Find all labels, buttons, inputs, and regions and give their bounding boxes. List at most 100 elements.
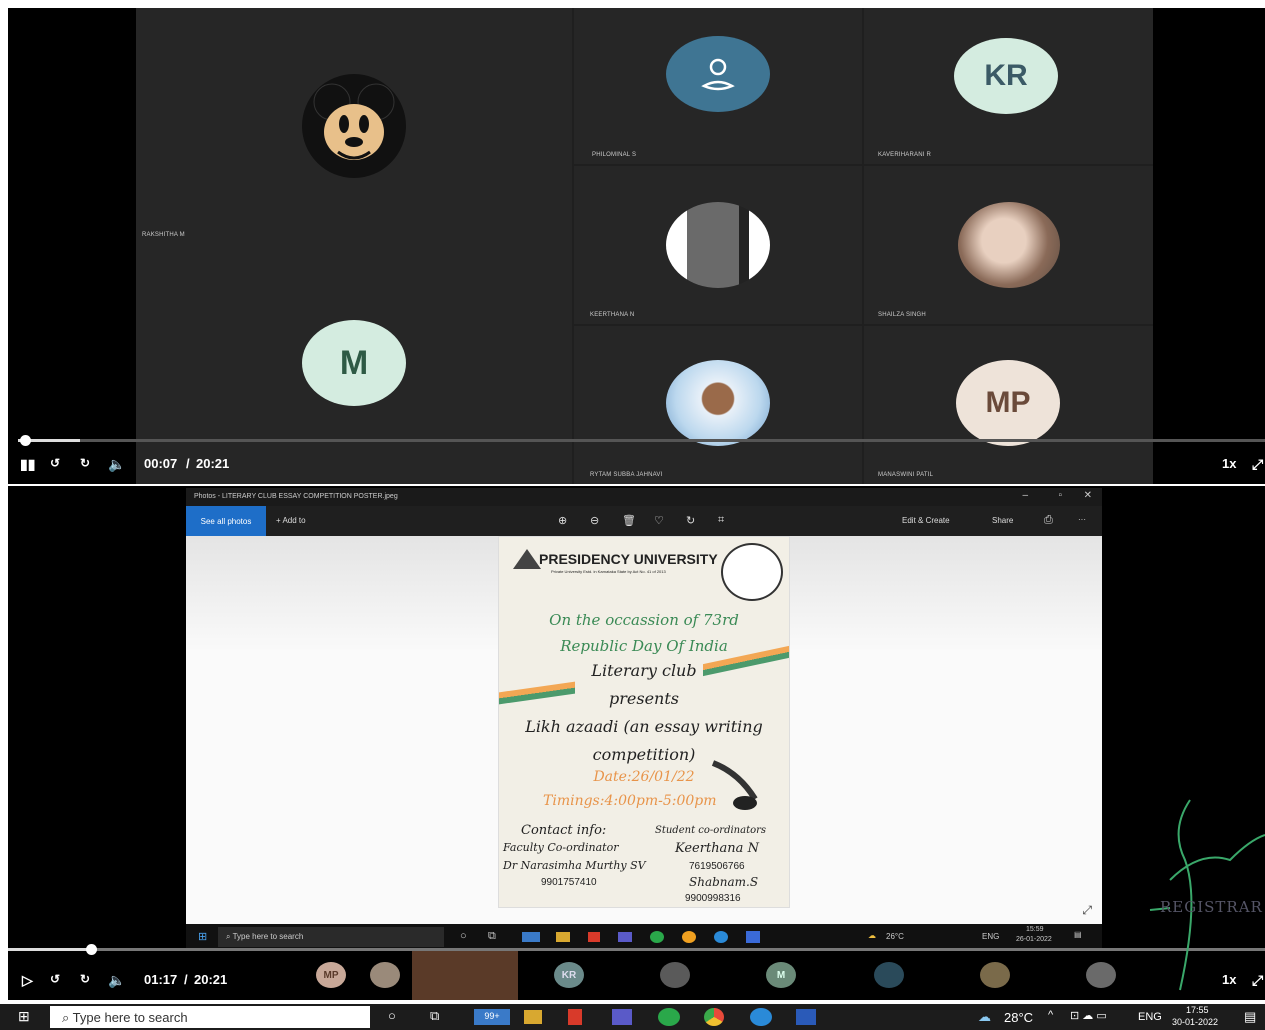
taskbar-search-box[interactable]: ⌕ Type here to search [50, 1006, 370, 1028]
crop-icon[interactable]: ⌗ [718, 514, 724, 527]
chrome-icon[interactable] [682, 931, 696, 943]
app-badge-icon[interactable]: 99+ [474, 1009, 510, 1025]
app-icon[interactable] [556, 932, 570, 942]
forward-10-icon[interactable]: ↻ [80, 456, 90, 470]
student-label: Student co-ordinators [655, 825, 767, 836]
edit-create-button[interactable]: Edit & Create [902, 516, 950, 525]
inner-lang: ENG [982, 932, 1000, 941]
forward-10-icon[interactable]: ↻ [80, 972, 90, 986]
cortana-icon[interactable]: ○ [460, 930, 467, 942]
chrome-icon[interactable] [704, 1008, 724, 1026]
seek-bar[interactable] [8, 944, 1265, 955]
expand-icon[interactable]: ⤢ [1082, 903, 1092, 918]
seek-knob[interactable] [20, 435, 31, 446]
participant-name: KEERTHANA N [590, 312, 635, 318]
notification-icon[interactable]: ▤ [1244, 1009, 1256, 1025]
student-2-phone: 9900998316 [685, 893, 741, 904]
task-view-icon[interactable]: ⧉ [488, 930, 496, 943]
fullscreen-icon[interactable]: ⤢ [1252, 972, 1263, 989]
favorite-icon[interactable]: ♡ [654, 514, 664, 527]
pause-icon[interactable]: ▮▮ [20, 456, 35, 473]
inner-weather: 26°C [886, 932, 904, 941]
edge-icon[interactable] [750, 1008, 772, 1026]
maximize-button[interactable]: ▫ [1058, 490, 1062, 501]
windows-taskbar: ⊞ ⌕ Type here to search ○ ⧉ 99+ ☁ 28°C ^… [0, 1004, 1265, 1030]
participant-name: KAVERIHARANI R [878, 152, 932, 158]
total-time: 20:21 [196, 456, 230, 471]
add-to-button[interactable]: + Add to [276, 516, 306, 525]
meeting-grid: RAKSHITHA M M PHILOMINAL S KR KAVERIHARA… [136, 8, 1153, 484]
app-icon[interactable] [746, 931, 760, 943]
clock-date[interactable]: 30-01-2022 [1172, 1017, 1218, 1027]
student-1-name: Keerthana N [675, 841, 759, 856]
contact-label: Contact info: [521, 823, 607, 838]
file-explorer-icon[interactable] [524, 1010, 542, 1024]
cortana-icon[interactable]: ○ [388, 1008, 396, 1023]
initials-avatar: M [302, 320, 406, 406]
app-icon[interactable] [714, 931, 728, 943]
volume-icon[interactable]: 🔈 [108, 456, 125, 473]
app-icon[interactable] [618, 932, 632, 942]
mickey-avatar [302, 74, 406, 178]
total-time: 20:21 [194, 972, 228, 987]
language-indicator[interactable]: ENG [1138, 1011, 1162, 1023]
inner-taskbar: ⊞ ⌕ Type here to search ○ ⧉ ☁ 26°C ENG 1… [186, 924, 1102, 950]
word-icon[interactable] [796, 1009, 816, 1025]
photo-avatar [666, 202, 770, 288]
poster-timings: Timings:4:00pm-5:00pm [543, 793, 717, 809]
delete-icon[interactable]: 🗑 [622, 514, 636, 527]
close-button[interactable]: ✕ [1084, 490, 1092, 501]
seek-knob[interactable] [86, 944, 97, 955]
inner-search-text: Type here to search [232, 932, 304, 941]
poster-line-4: presents [609, 689, 679, 708]
tray-chevron-icon[interactable]: ^ [1048, 1009, 1053, 1021]
photos-toolbar: See all photos + Add to ⊕ ⊖ 🗑 ♡ ↻ ⌗ Edit… [186, 506, 1102, 536]
office-icon[interactable] [568, 1009, 582, 1025]
weather-icon: ☁ [868, 931, 876, 940]
search-icon: ⌕ [62, 1010, 73, 1025]
more-button[interactable]: ··· [1078, 515, 1086, 524]
participant-name: SHAILZA SINGH [878, 312, 926, 318]
fullscreen-icon[interactable]: ⤢ [1252, 456, 1263, 473]
inner-search-box[interactable]: ⌕ Type here to search [218, 927, 444, 947]
share-button[interactable]: Share [992, 516, 1013, 525]
app-icon[interactable] [522, 932, 540, 942]
rotate-icon[interactable]: ↻ [686, 514, 695, 527]
teams-icon[interactable] [612, 1009, 632, 1025]
app-icon[interactable] [650, 931, 664, 943]
photos-app-window: Photos - LITERARY CLUB ESSAY COMPETITION… [186, 488, 1102, 950]
faculty-name: Dr Narasimha Murthy SV [503, 859, 646, 872]
photo-canvas: PRESIDENCY UNIVERSITY Private University… [186, 536, 1102, 924]
windows-start-icon[interactable]: ⊞ [198, 930, 207, 943]
volume-icon[interactable]: 🔈 [108, 972, 125, 989]
zoom-out-icon[interactable]: ⊖ [590, 514, 599, 527]
rewind-10-icon[interactable]: ↺ [50, 456, 60, 470]
print-icon[interactable]: ⎙ [1044, 514, 1053, 527]
participant-tile: KR KAVERIHARANI R [864, 8, 1153, 164]
zoom-in-icon[interactable]: ⊕ [558, 514, 567, 527]
whatsapp-icon[interactable] [658, 1008, 680, 1026]
minimize-button[interactable]: – [1022, 490, 1028, 501]
video-player-top[interactable]: RAKSHITHA M M PHILOMINAL S KR KAVERIHARA… [8, 8, 1265, 484]
poster-line-2: Republic Day Of India [560, 637, 728, 655]
tray-icons[interactable]: ⊡ ☁ ▭ [1070, 1009, 1107, 1022]
rewind-10-icon[interactable]: ↺ [50, 972, 60, 986]
video-player-bottom[interactable]: Photos - LITERARY CLUB ESSAY COMPETITION… [8, 486, 1265, 1000]
faculty-phone: 9901757410 [541, 877, 597, 888]
windows-start-icon[interactable]: ⊞ [18, 1008, 30, 1025]
app-icon[interactable] [588, 932, 600, 942]
weather-temp: 28°C [1004, 1010, 1034, 1025]
player-controls: ▷ ↺ ↻ 🔈 01:17 / 20:21 1x ⤢ [8, 944, 1265, 1000]
speed-button[interactable]: 1x [1222, 456, 1236, 471]
speed-button[interactable]: 1x [1222, 972, 1236, 987]
clock-time[interactable]: 17:55 [1186, 1005, 1209, 1015]
see-all-photos-button[interactable]: See all photos [186, 506, 266, 536]
poster-image: PRESIDENCY UNIVERSITY Private University… [498, 536, 790, 908]
task-view-icon[interactable]: ⧉ [430, 1008, 439, 1024]
seek-bar[interactable] [18, 435, 1265, 446]
university-name: PRESIDENCY UNIVERSITY [539, 551, 718, 567]
poster-line-5: Likh azaadi (an essay writing [525, 717, 763, 736]
play-icon[interactable]: ▷ [22, 972, 33, 989]
inner-date: 26-01-2022 [1016, 936, 1052, 943]
notification-icon[interactable]: ▤ [1074, 930, 1082, 939]
